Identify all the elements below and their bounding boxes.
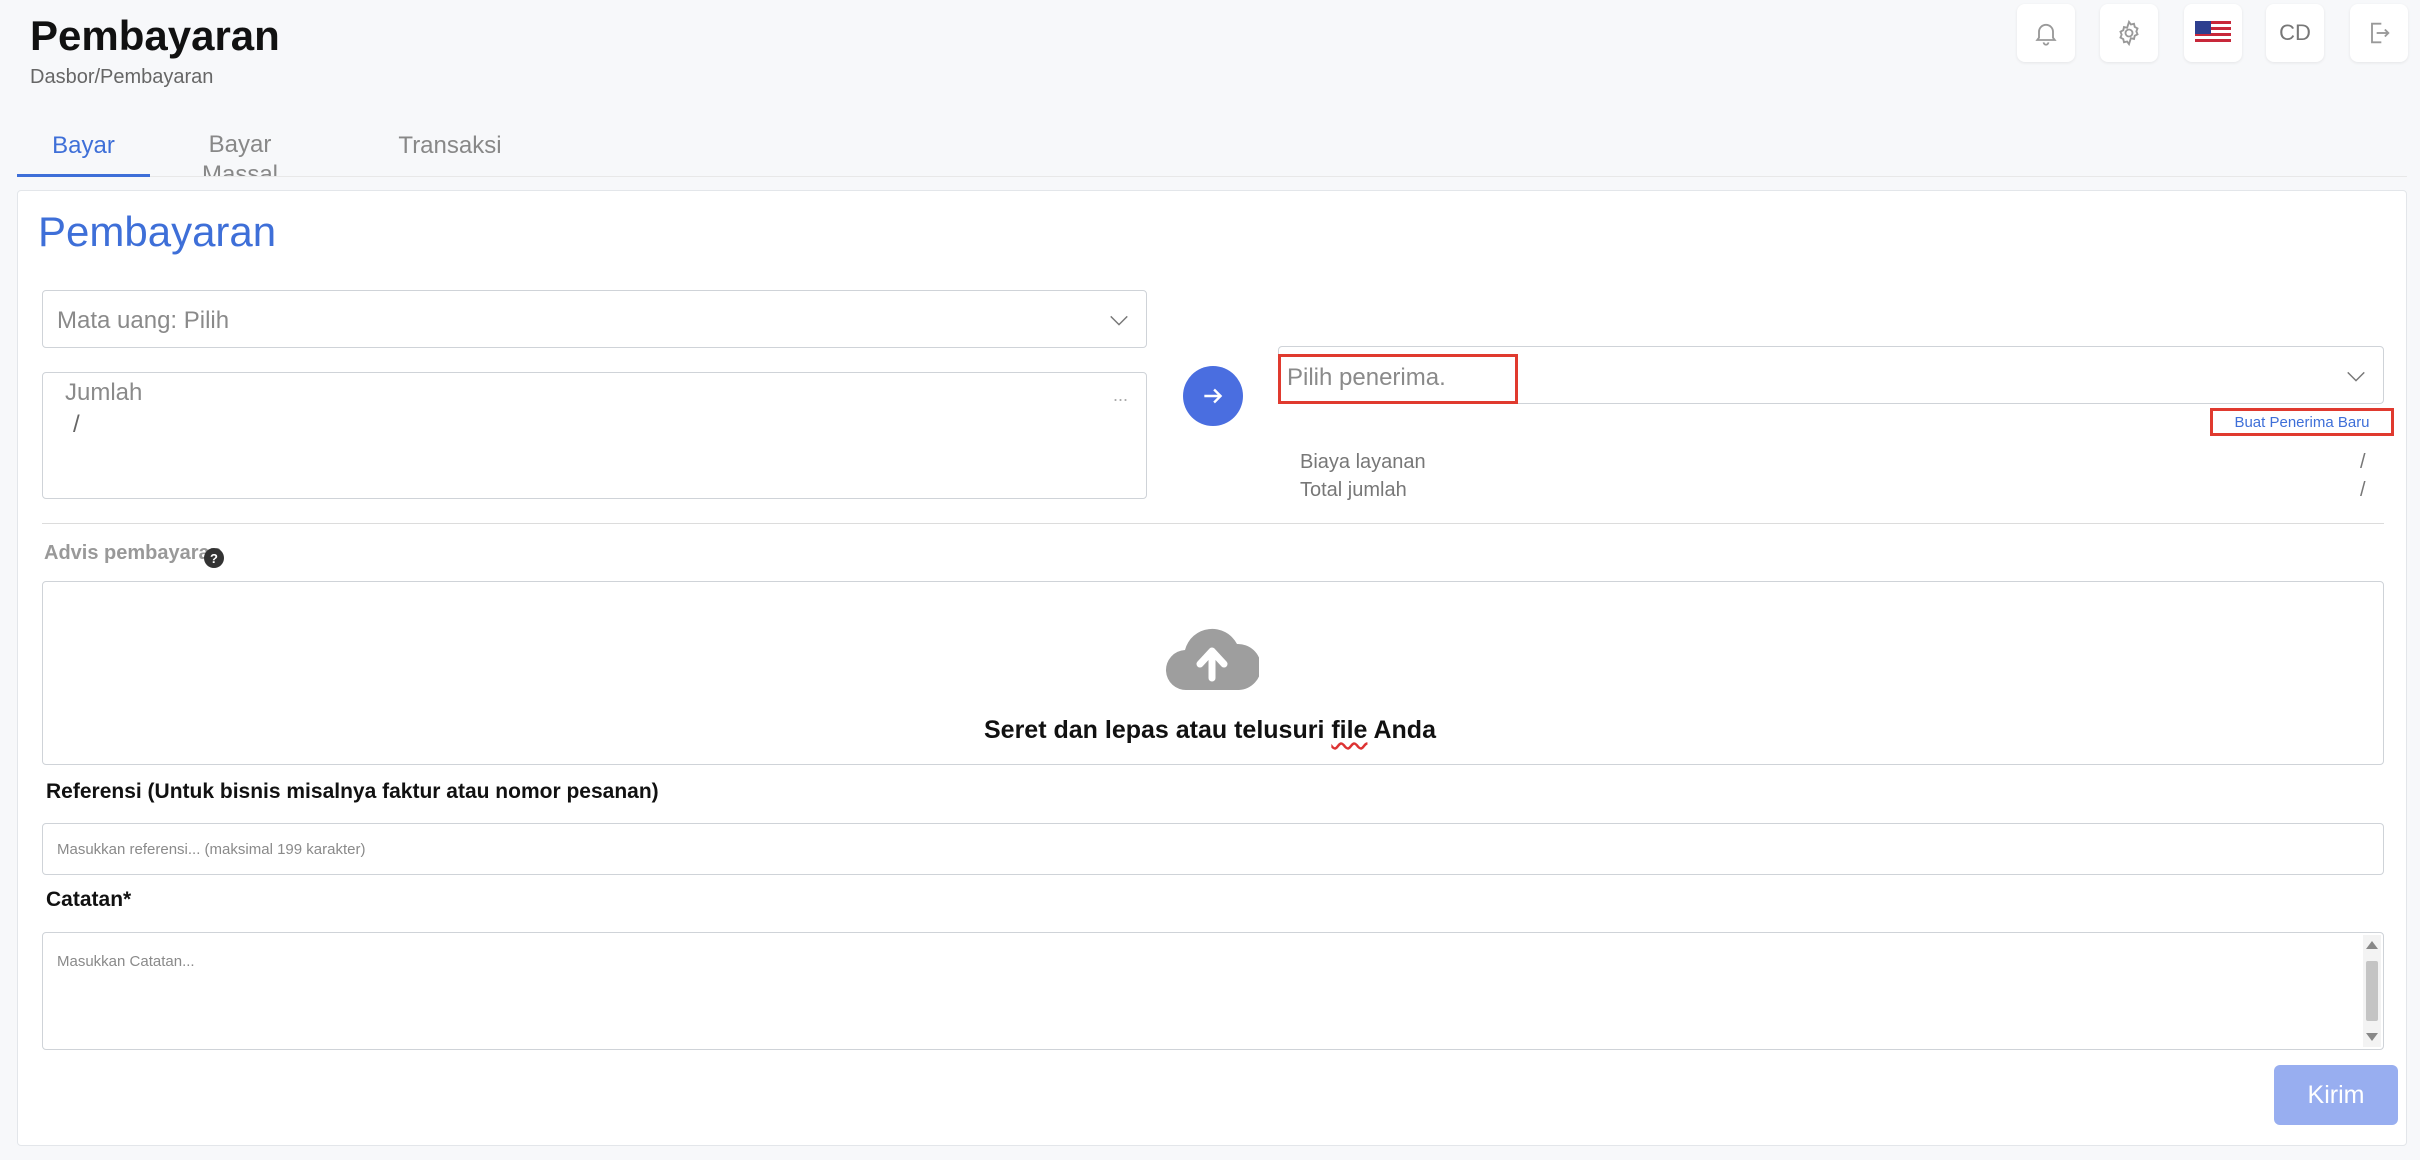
new-recipient-link[interactable]: Buat Penerima Baru: [2210, 408, 2394, 436]
language-button[interactable]: [2184, 4, 2242, 62]
total-amount-label: Total jumlah: [1300, 479, 1407, 501]
dropzone-text-prefix: Seret dan lepas atau telusuri: [984, 716, 1332, 744]
logout-icon: [2371, 22, 2390, 44]
amount-input[interactable]: Jumlah / ...: [42, 372, 1147, 499]
notes-placeholder: Masukkan Catatan...: [57, 953, 195, 970]
reference-label: Referensi (Untuk bisnis misalnya faktur …: [46, 780, 659, 803]
dropzone-text: Seret dan lepas atau telusuri file Anda: [0, 716, 2420, 745]
dropzone-text-suffix: Anda: [1367, 716, 1436, 744]
currency-select-value: Mata uang: Pilih: [57, 307, 230, 334]
avatar[interactable]: CD: [2266, 4, 2324, 62]
amount-label: Jumlah: [61, 379, 147, 407]
section-divider: [42, 523, 2384, 524]
notes-label: Catatan*: [46, 888, 132, 911]
reference-input[interactable]: Masukkan referensi... (maksimal 199 kara…: [42, 823, 2384, 875]
convert-arrow-button[interactable]: [1183, 366, 1243, 426]
section-title: Pembayaran: [38, 208, 277, 255]
chevron-down-icon: [1110, 315, 1128, 326]
more-icon[interactable]: ...: [1113, 385, 1128, 406]
breadcrumb: Dasbor/Pembayaran: [30, 66, 214, 88]
scroll-down-icon[interactable]: [2366, 1033, 2378, 1041]
recipient-highlight-box: [1278, 354, 1518, 404]
submit-button[interactable]: Kirim: [2274, 1065, 2398, 1125]
active-tab-indicator: [17, 174, 150, 177]
cloud-upload-icon: [1165, 628, 1259, 691]
chevron-down-icon: [2347, 371, 2365, 382]
us-flag-icon: [2195, 21, 2231, 45]
amount-value: /: [73, 411, 80, 438]
browse-file-link[interactable]: file: [1331, 716, 1367, 744]
gear-icon: [2119, 19, 2139, 47]
arrow-right-icon: [1204, 388, 1223, 404]
notes-scrollbar[interactable]: [2363, 935, 2381, 1047]
help-icon[interactable]: ?: [204, 548, 224, 568]
reference-placeholder: Masukkan referensi... (maksimal 199 kara…: [57, 841, 366, 858]
notes-textarea[interactable]: Masukkan Catatan...: [42, 932, 2384, 1050]
logout-button[interactable]: [2350, 4, 2408, 62]
scroll-up-icon[interactable]: [2366, 941, 2378, 949]
tab-bar-divider: [17, 176, 2407, 177]
tab-transaksi[interactable]: Transaksi: [390, 132, 510, 160]
scroll-thumb[interactable]: [2366, 961, 2378, 1021]
payment-advice-label: Advis pembayaran: [44, 542, 222, 564]
tab-bayar-massal[interactable]: Bayar Massal: [190, 130, 290, 176]
tab-bayar[interactable]: Bayar: [17, 132, 150, 160]
settings-button[interactable]: [2100, 4, 2158, 62]
page-title: Pembayaran: [30, 12, 280, 59]
currency-select[interactable]: Mata uang: Pilih: [42, 290, 1147, 348]
service-fee-value: /: [2360, 451, 2366, 473]
service-fee-label: Biaya layanan: [1300, 451, 1426, 473]
notification-button[interactable]: [2017, 4, 2075, 62]
total-amount-value: /: [2360, 479, 2366, 501]
bell-icon: [2035, 23, 2057, 46]
